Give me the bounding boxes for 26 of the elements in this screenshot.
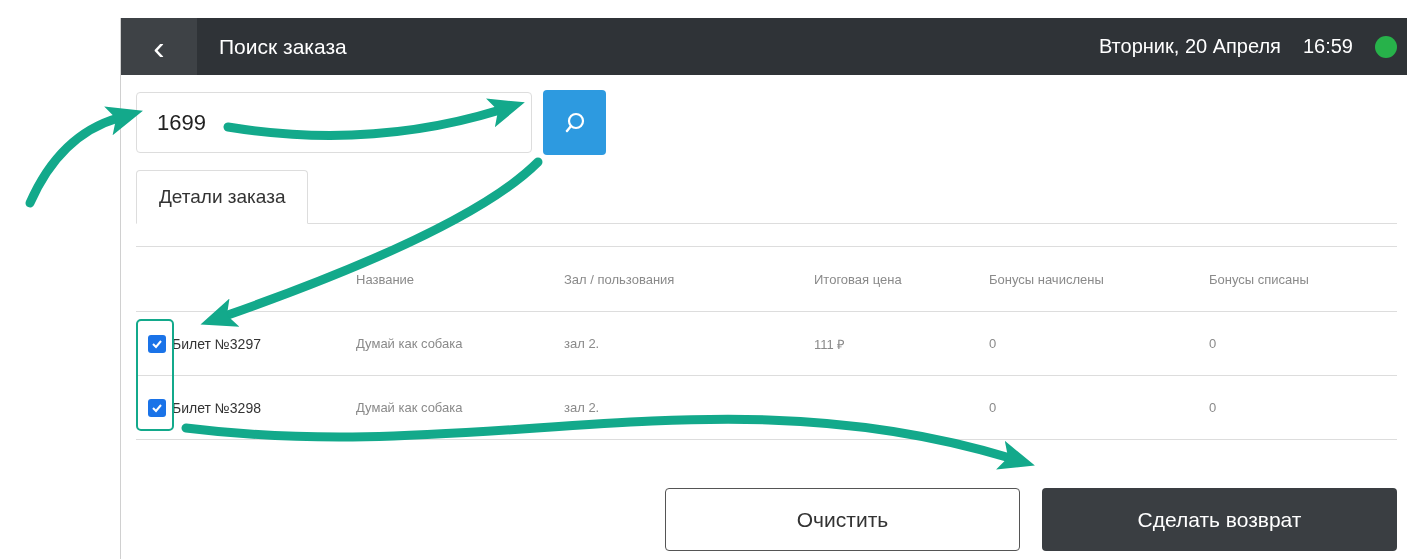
search-button[interactable] xyxy=(543,90,606,155)
table-cell: 0 xyxy=(989,400,997,415)
table-cell: зал 2. xyxy=(564,336,600,351)
table-cell: 0 xyxy=(1209,400,1217,415)
row-checkbox[interactable] xyxy=(148,334,166,353)
table-cell: Думай как собака xyxy=(356,336,463,351)
date-text: Вторник, 20 Апреля xyxy=(1098,35,1281,58)
clear-button[interactable]: Очистить xyxy=(665,488,1020,551)
table-cell: 111 ₽ xyxy=(814,336,846,352)
row-checkbox[interactable] xyxy=(148,398,166,417)
column-header: Бонусы списаны xyxy=(1209,271,1309,287)
check-icon xyxy=(151,402,163,413)
refund-button[interactable]: Сделать возврат xyxy=(1042,488,1397,551)
tab[interactable]: Детали заказа xyxy=(136,170,309,224)
table-cell: 0 xyxy=(1209,336,1217,351)
column-header: Зал / пользования xyxy=(564,271,675,287)
table-cell: зал 2. xyxy=(564,400,600,415)
column-header: Бонусы начислены xyxy=(989,271,1104,287)
clock-text: 16:59 xyxy=(1302,35,1353,58)
table-cell: Думай как собака xyxy=(356,400,463,415)
column-header: Название xyxy=(356,271,415,287)
table-cell: 0 xyxy=(989,336,997,351)
check-icon xyxy=(151,338,163,349)
column-header: Итоговая цена xyxy=(814,271,902,287)
page-title: Поиск заказа xyxy=(219,34,348,59)
back-button[interactable]: ‹ xyxy=(121,18,197,75)
